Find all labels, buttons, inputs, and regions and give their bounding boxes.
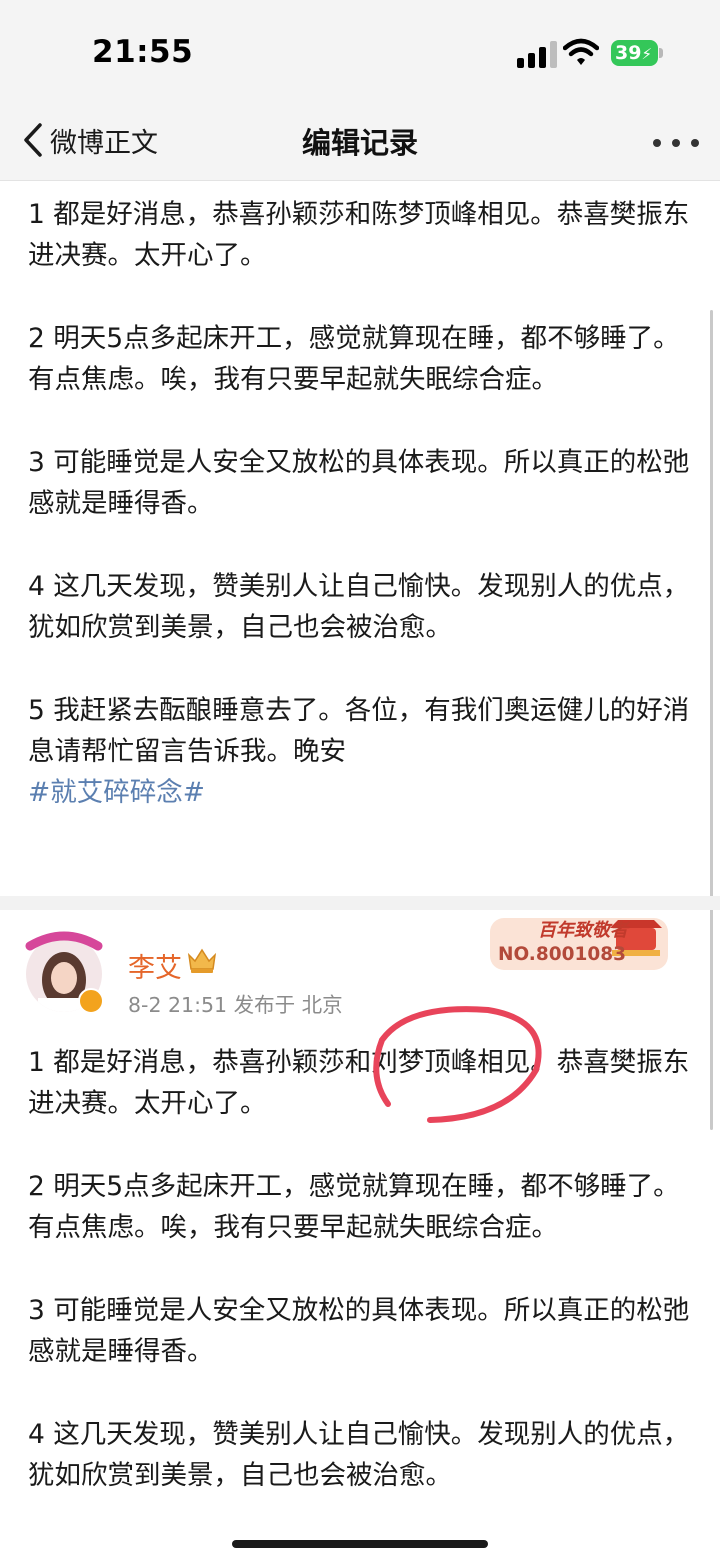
page-title: 编辑记录 [301,126,418,160]
post-paragraph: 4 这几天发现，赞美别人让自己愉快。发现别人的优点，犹如欣赏到美景，自己也会被治… [28,1419,690,1491]
section-divider [0,896,720,910]
edit-record-original: 1 都是好消息，恭喜孙颖莎和刘梦顶峰相见。恭喜樊振东进决赛。太开心了。 2 明天… [28,1042,692,1538]
medal-number: NO.8001083 [498,944,626,965]
more-options-icon[interactable] [652,138,700,148]
wifi-icon [563,38,599,65]
hashtag-link[interactable]: #就艾碎碎念# [28,772,692,813]
battery-cap [659,48,663,58]
home-indicator [232,1540,488,1548]
edit-record-current: 1 都是好消息，恭喜孙颖莎和陈梦顶峰相见。恭喜樊振东进决赛。太开心了。 2 明天… [28,194,692,813]
status-time: 21:55 [92,34,194,70]
post-paragraph: 1 都是好消息，恭喜孙颖莎和陈梦顶峰相见。恭喜樊振东进决赛。太开心了。 [28,199,690,271]
post-paragraph: 1 都是好消息，恭喜孙颖莎和刘梦顶峰相见。恭喜樊振东进决赛。太开心了。 [28,1047,690,1119]
post-meta: 8-2 21:51 发布于 北京 [128,993,343,1017]
post-paragraph: 5 我赶紧去酝酿睡意去了。各位，有我们奥运健儿的好消息请帮忙留言告诉我。晚安 [28,695,690,767]
post-paragraph: 3 可能睡觉是人安全又放松的具体表现。所以真正的松弛感就是睡得香。 [28,447,690,519]
cellular-signal-icon [517,41,557,68]
medal-title: 百年致敬者 [538,920,628,941]
scrollbar[interactable] [710,310,713,1130]
post-paragraph: 4 这几天发现，赞美别人让自己愉快。发现别人的优点，犹如欣赏到美景，自己也会被治… [28,571,690,643]
battery-icon: 39⚡ [611,40,658,66]
post-paragraph: 3 可能睡觉是人安全又放松的具体表现。所以真正的松弛感就是睡得香。 [28,1295,690,1367]
nav-bar: 微博正文 编辑记录 [0,100,720,181]
post-paragraph: 2 明天5点多起床开工，感觉就算现在睡，都不够睡了。有点焦虑。唉，我有只要早起就… [28,323,680,395]
status-bar: 21:55 39⚡ [0,0,720,100]
verified-badge-icon [78,988,104,1014]
battery-level: 39 [615,42,642,64]
author-name[interactable]: 李艾 [128,946,182,985]
post-paragraph: 2 明天5点多起床开工，感觉就算现在睡，都不够睡了。有点焦虑。唉，我有只要早起就… [28,1171,680,1243]
crown-icon[interactable] [186,946,218,974]
